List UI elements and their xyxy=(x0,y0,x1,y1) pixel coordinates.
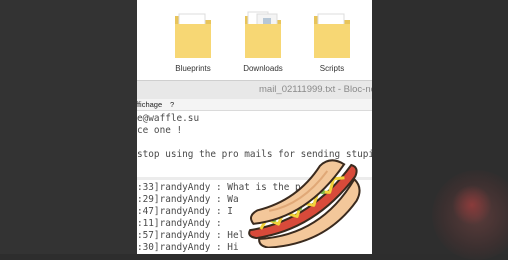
menu-item-affichage[interactable]: ffichage xyxy=(137,100,162,109)
hotdog-sticker xyxy=(248,159,361,248)
folder-label: Blueprints xyxy=(175,64,211,73)
folder-icon xyxy=(175,13,211,58)
menu-item-help[interactable]: ? xyxy=(170,100,174,109)
file-explorer: Blueprints Downloads Scripts xyxy=(137,0,372,82)
folder-label: Scripts xyxy=(319,64,345,73)
folder-downloads[interactable]: Downloads xyxy=(233,8,293,73)
folder-scripts[interactable]: Scripts xyxy=(302,8,362,73)
folder-with-files-icon xyxy=(245,11,281,58)
text-line: ce one ! xyxy=(137,125,183,136)
notepad-titlebar[interactable]: mail_02111999.txt - Bloc-no xyxy=(137,80,372,100)
chat-line: :29]randyAndy : Wa xyxy=(137,194,239,205)
window-title: mail_02111999.txt - Bloc-no xyxy=(259,84,372,95)
menu-bar: ffichage ? xyxy=(137,99,372,111)
text-line: e@waffle.su xyxy=(137,113,200,124)
chat-line: :47]randyAndy : I xyxy=(137,206,233,217)
chat-line: :30]randyAndy : Hi xyxy=(137,242,239,253)
folder-icon xyxy=(314,13,350,58)
blurred-background-right xyxy=(372,0,508,260)
blurred-shape xyxy=(452,185,492,225)
blurred-background-left xyxy=(0,0,137,254)
folder-label: Downloads xyxy=(243,64,283,73)
folder-blueprints[interactable]: Blueprints xyxy=(163,8,223,73)
chat-line: :57]randyAndy : Hel xyxy=(137,230,245,241)
chat-line: :11]randyAndy : xyxy=(137,218,228,229)
